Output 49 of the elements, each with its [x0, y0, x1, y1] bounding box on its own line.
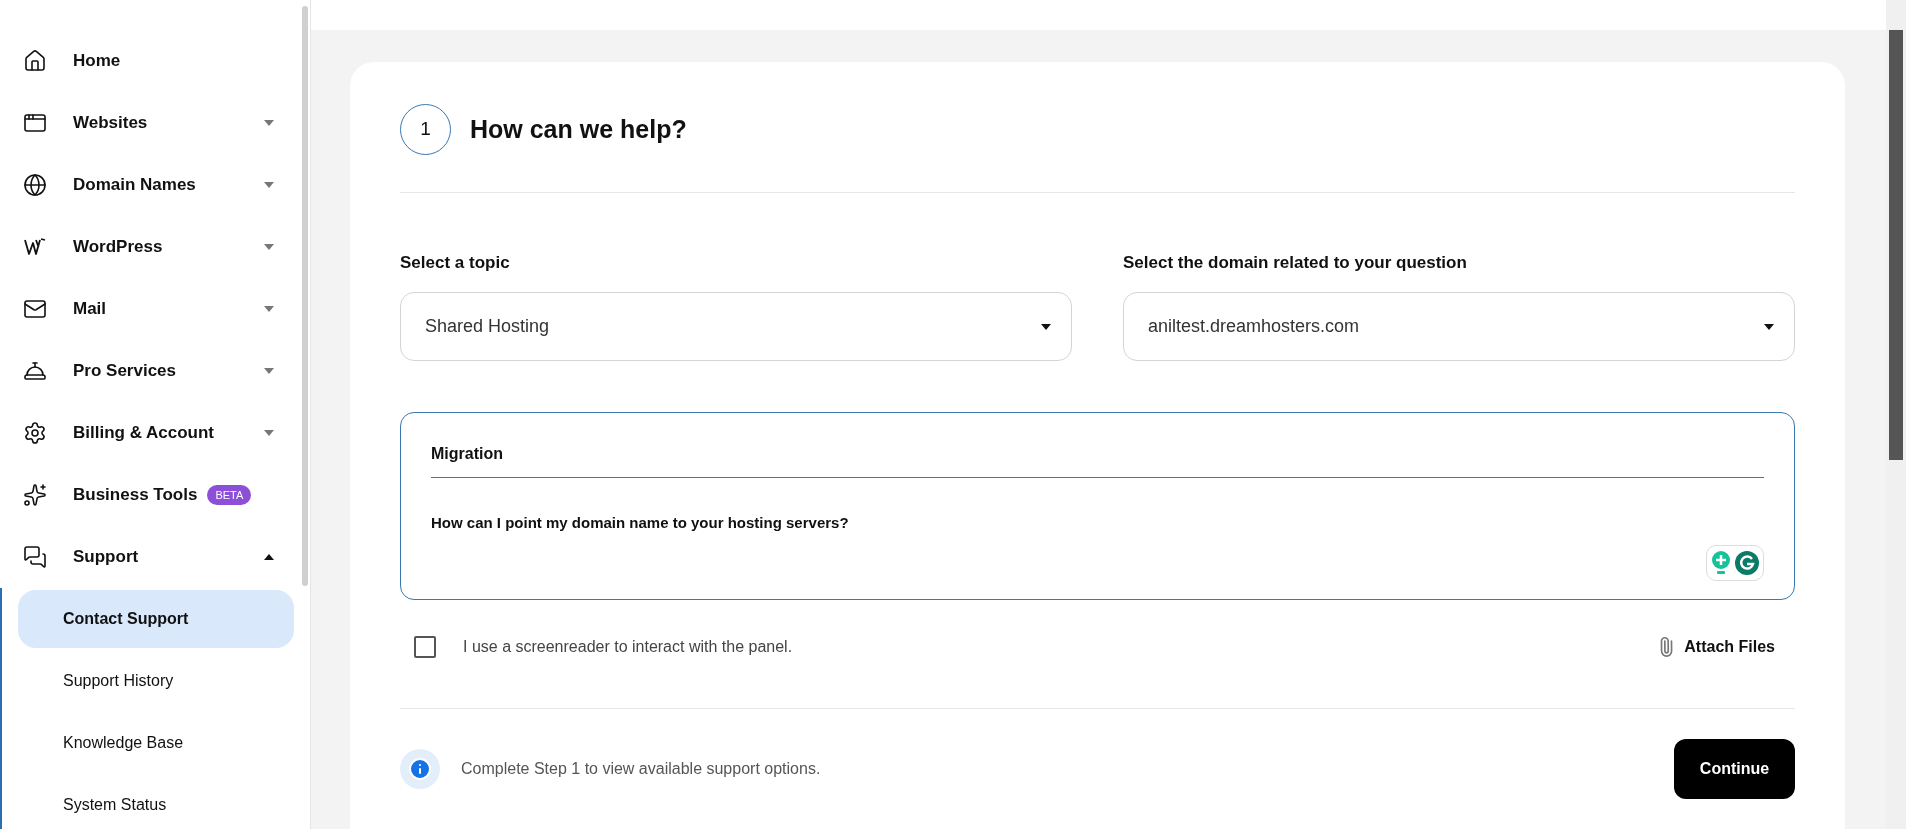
caret-icon	[264, 306, 274, 312]
message-textarea[interactable]: How can I point my domain name to your hosting servers?	[431, 512, 1764, 562]
sidebar-item[interactable]: Pro Services	[0, 340, 310, 402]
field-label: Select a topic	[400, 252, 511, 272]
writing-assistant-widget[interactable]	[1706, 545, 1764, 581]
sparkles-icon	[23, 483, 47, 507]
sidebar-item[interactable]: Home	[0, 30, 310, 92]
sidebar-item[interactable]: Domain Names	[0, 154, 310, 216]
topic-dropdown[interactable]: Shared Hosting	[400, 292, 1072, 361]
sidebar-item[interactable]: Mail	[0, 278, 310, 340]
caret-icon	[264, 430, 274, 436]
beta-badge: BETA	[207, 484, 252, 506]
caret-icon	[264, 554, 274, 560]
domain-dropdown[interactable]: aniltest.dreamhosters.com	[1123, 292, 1795, 361]
caret-icon	[1041, 323, 1051, 330]
submenu-item[interactable]: Support History	[18, 652, 294, 710]
globe-icon	[23, 173, 47, 197]
caret-icon	[264, 244, 274, 250]
continue-button[interactable]: Continue	[1674, 739, 1795, 799]
lightbulb-icon	[1710, 550, 1732, 576]
notice-text: Complete Step 1 to view available support options.	[461, 759, 821, 779]
caret-icon	[264, 368, 274, 374]
browser-window-icon	[23, 111, 47, 135]
subject-input[interactable]: Migration	[431, 435, 1764, 478]
mail-icon	[23, 297, 47, 321]
settings-icon	[23, 421, 47, 445]
home-icon	[23, 49, 47, 73]
attach-files-button[interactable]: Attach Files	[1656, 635, 1775, 659]
submenu-item[interactable]: System Status	[18, 776, 294, 829]
bell-icon	[23, 359, 47, 383]
screenreader-checkbox[interactable]	[414, 636, 436, 658]
step-title: How can we help?	[470, 113, 687, 145]
chat-bubbles-icon	[23, 545, 47, 569]
sidebar-item[interactable]: Support	[0, 526, 310, 588]
caret-icon	[1764, 323, 1774, 330]
sidebar-scrollbar[interactable]	[302, 6, 308, 586]
g-logo-icon	[1734, 550, 1760, 576]
submenu-item[interactable]: Contact Support	[18, 590, 294, 648]
caret-icon	[264, 182, 274, 188]
sidebar-item[interactable]: Billing & Account	[0, 402, 310, 464]
checkbox-label: I use a screenreader to interact with the panel.	[463, 637, 793, 657]
sidebar-item[interactable]: Business Tools BETA	[0, 464, 310, 526]
message-field[interactable]: Migration How can I point my domain name to your hosting servers?	[400, 412, 1795, 600]
sidebar-item[interactable]: Websites	[0, 92, 310, 154]
submenu-item[interactable]: Knowledge Base	[18, 714, 294, 772]
info-icon	[400, 749, 440, 789]
caret-icon	[264, 120, 274, 126]
sidebar-item[interactable]: WordPress	[0, 216, 310, 278]
field-label: Select the domain related to your question	[1123, 252, 1468, 272]
